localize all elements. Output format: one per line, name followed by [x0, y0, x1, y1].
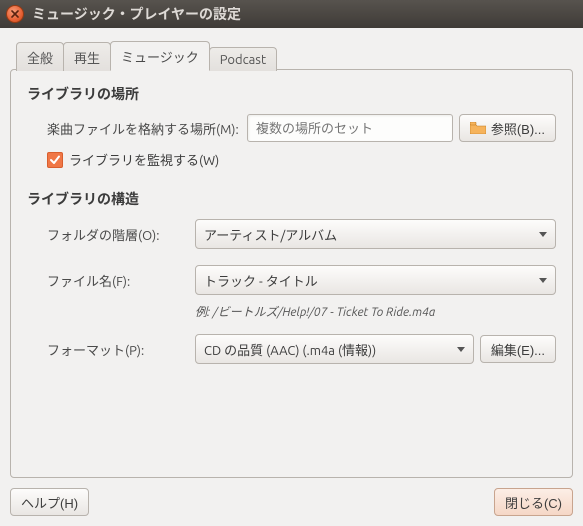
dialog-footer: ヘルプ(H) 閉じる(C)	[10, 488, 573, 516]
tab-podcast[interactable]: Podcast	[209, 47, 277, 71]
file-name-value: トラック - タイトル	[204, 271, 318, 290]
folder-icon	[470, 122, 486, 134]
close-button[interactable]: 閉じる(C)	[494, 488, 573, 516]
watch-library-label: ライブラリを監視する(W)	[69, 150, 219, 169]
tab-music[interactable]: ミュージック	[110, 41, 210, 71]
row-format: フォーマット(P): CD の品質 (AAC) (.m4a (情報)) 編集(E…	[27, 334, 556, 364]
watch-library-checkbox[interactable]	[47, 152, 63, 168]
browse-button[interactable]: 参照(B)...	[459, 114, 556, 142]
chevron-down-icon	[457, 347, 465, 352]
row-folder-hierarchy: フォルダの階層(O): アーティスト/アルバム	[27, 219, 556, 249]
window-title: ミュージック・プレイヤーの設定	[32, 4, 241, 24]
row-watch-library: ライブラリを監視する(W)	[27, 150, 556, 169]
music-files-label: 楽曲ファイルを格納する場所(M):	[47, 119, 247, 138]
help-button[interactable]: ヘルプ(H)	[10, 488, 89, 516]
format-edit-label: 編集(E)...	[491, 340, 545, 359]
row-music-location: 楽曲ファイルを格納する場所(M): 参照(B)...	[27, 114, 556, 142]
chevron-down-icon	[539, 232, 547, 237]
window-close-button[interactable]	[6, 5, 24, 23]
row-file-name: ファイル名(F): トラック - タイトル	[27, 265, 556, 295]
music-location-entry[interactable]	[247, 114, 453, 142]
tab-bar: 全般 再生 ミュージック Podcast	[10, 40, 573, 70]
help-label: ヘルプ(H)	[21, 493, 78, 512]
section-location-title: ライブラリの場所	[27, 84, 556, 104]
window-body: 全般 再生 ミュージック Podcast ライブラリの場所 楽曲ファイルを格納す…	[0, 28, 583, 526]
browse-label: 参照(B)...	[491, 119, 545, 138]
folder-hierarchy-combo[interactable]: アーティスト/アルバム	[195, 219, 556, 249]
close-icon	[11, 10, 19, 18]
tab-playback[interactable]: 再生	[63, 42, 111, 71]
tab-general[interactable]: 全般	[16, 42, 64, 71]
folder-hierarchy-label: フォルダの階層(O):	[47, 225, 195, 244]
close-label: 閉じる(C)	[505, 493, 562, 512]
file-name-label: ファイル名(F):	[47, 271, 195, 290]
check-icon	[49, 154, 61, 166]
chevron-down-icon	[539, 278, 547, 283]
format-value: CD の品質 (AAC) (.m4a (情報))	[204, 340, 376, 359]
section-structure-title: ライブラリの構造	[27, 189, 556, 209]
tab-pane-music: ライブラリの場所 楽曲ファイルを格納する場所(M): 参照(B)... ライブラ…	[10, 69, 573, 478]
file-name-example: 例: /ビートルズ/Help!/07 - Ticket To Ride.m4a	[195, 303, 556, 320]
titlebar: ミュージック・プレイヤーの設定	[0, 0, 583, 28]
format-label: フォーマット(P):	[47, 340, 195, 359]
folder-hierarchy-value: アーティスト/アルバム	[204, 225, 337, 244]
file-name-combo[interactable]: トラック - タイトル	[195, 265, 556, 295]
format-combo[interactable]: CD の品質 (AAC) (.m4a (情報))	[195, 334, 474, 364]
format-edit-button[interactable]: 編集(E)...	[480, 335, 556, 363]
